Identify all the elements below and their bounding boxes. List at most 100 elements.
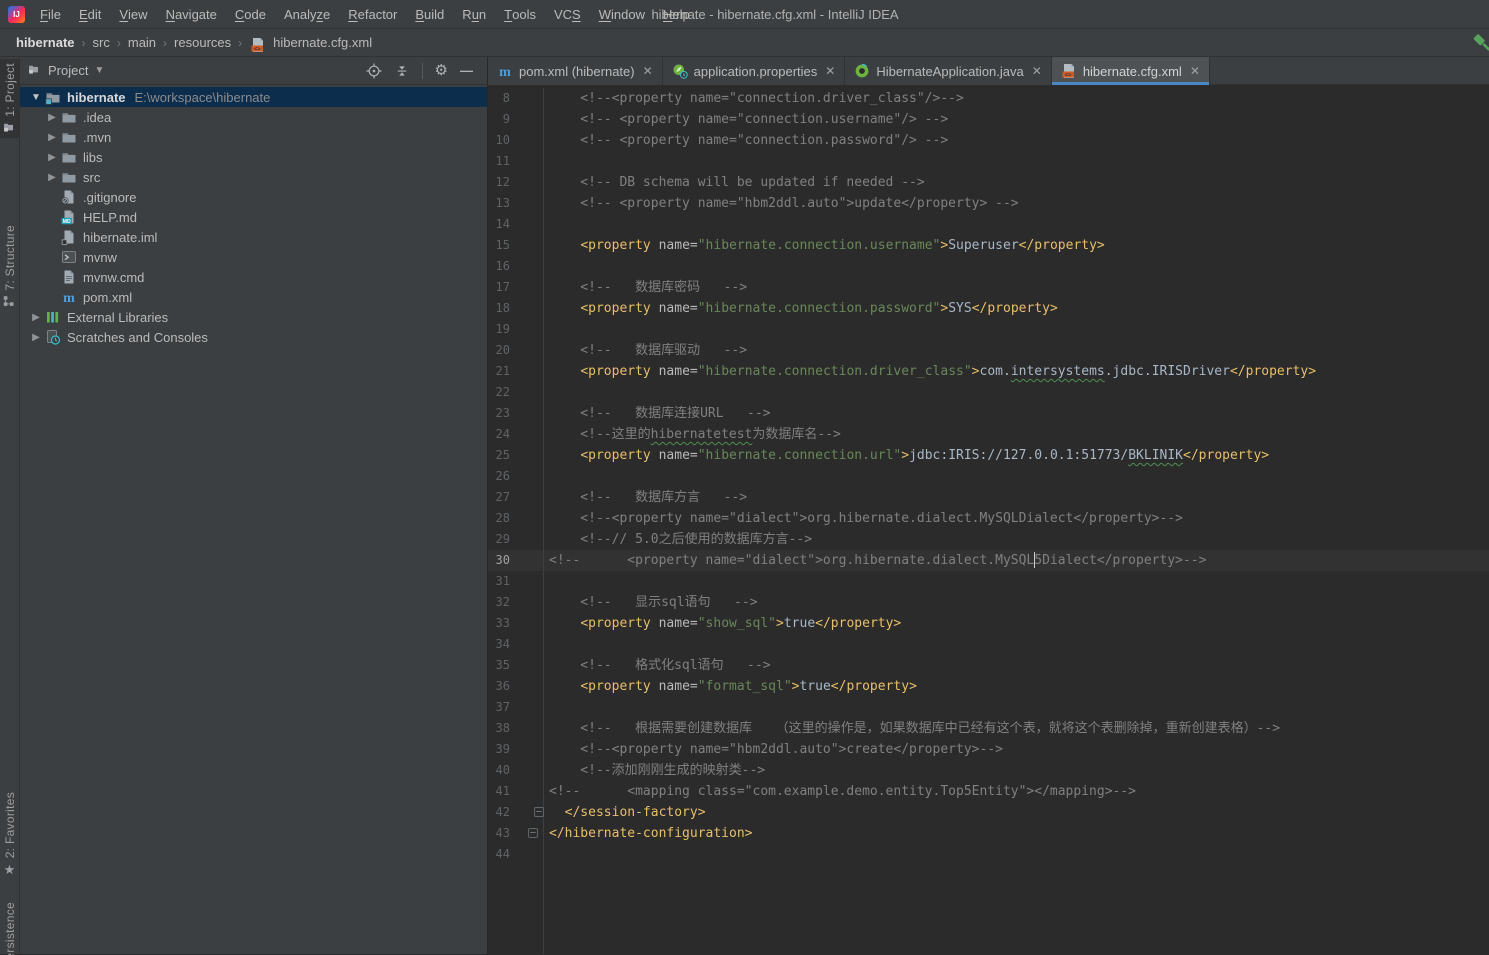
code-text[interactable]: <!-- 显示sql语句 -->	[544, 592, 758, 613]
code-text[interactable]	[544, 844, 549, 865]
code-text[interactable]	[544, 256, 549, 277]
tool-button-favorites[interactable]: 2: Favorites★	[0, 792, 19, 878]
tree-item-pom.xml[interactable]: mpom.xml	[20, 287, 487, 307]
code-text[interactable]: <property name="show_sql">true</property…	[544, 613, 901, 634]
code-text[interactable]: <property name="hibernate.connection.dri…	[544, 361, 1316, 382]
tree-item-scratches-and-consoles[interactable]: ▶Scratches and Consoles	[20, 327, 487, 347]
code-text[interactable]: </session-factory>	[544, 802, 706, 823]
code-text[interactable]	[544, 151, 549, 172]
hide-button[interactable]: —	[460, 63, 473, 78]
line-number: 15	[488, 235, 510, 256]
breadcrumb-item-hibernate[interactable]: hibernate	[13, 35, 78, 50]
breadcrumb-item-resources[interactable]: resources	[171, 35, 234, 50]
menu-code[interactable]: Code	[226, 0, 275, 29]
code-text[interactable]: <property name="hibernate.connection.pas…	[544, 298, 1058, 319]
code-text[interactable]	[544, 571, 549, 592]
breadcrumb-item-main[interactable]: main	[125, 35, 159, 50]
menu-tools[interactable]: Tools	[495, 0, 545, 29]
fold-collapse-icon[interactable]: –	[528, 828, 538, 838]
editor-tab-application.properties[interactable]: application.properties✕	[663, 57, 846, 85]
code-text[interactable]: <!-- 根据需要创建数据库 （这里的操作是，如果数据库中已经有这个表，就将这个…	[544, 718, 1280, 739]
menu-build[interactable]: Build	[406, 0, 453, 29]
tree-item-.mvn[interactable]: ▶.mvn	[20, 127, 487, 147]
code-text[interactable]: <!-- DB schema will be updated if needed…	[544, 172, 925, 193]
breadcrumb-item-hibernate.cfg.xml[interactable]: hibernate.cfg.xml	[270, 35, 375, 50]
tree-expanded-arrow-icon[interactable]: ▼	[28, 92, 44, 103]
code-text[interactable]: <!--<property name="hbm2ddl.auto">create…	[544, 739, 1003, 760]
menu-run[interactable]: Run	[453, 0, 495, 29]
editor-tab-hibernateapplication.java[interactable]: HibernateApplication.java✕	[845, 57, 1052, 85]
build-hammer-icon[interactable]	[1470, 32, 1489, 59]
line-number: 18	[488, 298, 510, 319]
fold-collapse-icon[interactable]: –	[534, 807, 544, 817]
tree-collapsed-arrow-icon[interactable]: ▶	[44, 132, 60, 143]
code-text[interactable]: <!--<property name="dialect">org.hiberna…	[544, 508, 1183, 529]
editor-tab-hibernate.cfg.xml[interactable]: <>hibernate.cfg.xml✕	[1052, 57, 1210, 85]
menu-analyze[interactable]: Analyze	[275, 0, 339, 29]
code-text[interactable]: <!-- 数据库连接URL -->	[544, 403, 771, 424]
code-text[interactable]: <!-- <property name="connection.password…	[544, 130, 948, 151]
code-text[interactable]	[544, 382, 549, 403]
code-text[interactable]: <!-- <mapping class="com.example.demo.en…	[544, 781, 1136, 802]
menu-view[interactable]: View	[110, 0, 156, 29]
code-text[interactable]: <property name="hibernate.connection.url…	[544, 445, 1269, 466]
editor-empty-area[interactable]	[488, 865, 1489, 954]
tree-item-mvnw[interactable]: mvnw	[20, 247, 487, 267]
code-text[interactable]: <property name="hibernate.connection.use…	[544, 235, 1105, 256]
close-icon[interactable]: ✕	[825, 64, 835, 78]
menu-navigate[interactable]: Navigate	[157, 0, 226, 29]
locate-button[interactable]	[366, 63, 382, 79]
menu-refactor[interactable]: Refactor	[339, 0, 406, 29]
code-text[interactable]: <!-- <property name="hbm2ddl.auto">updat…	[544, 193, 1019, 214]
tree-collapsed-arrow-icon[interactable]: ▶	[44, 152, 60, 163]
tree-item-mvnw.cmd[interactable]: mvnw.cmd	[20, 267, 487, 287]
menu-edit[interactable]: Edit	[70, 0, 110, 29]
code-text[interactable]	[544, 634, 549, 655]
code-text[interactable]	[544, 214, 549, 235]
code-text[interactable]: <!-- 数据库驱动 -->	[544, 340, 747, 361]
code-editor[interactable]: 8 <!--<property name="connection.driver_…	[488, 85, 1489, 954]
line-number: 40	[488, 760, 510, 781]
code-text[interactable]: <!--添加刚刚生成的映射类-->	[544, 760, 765, 781]
tree-item-external-libraries[interactable]: ▶External Libraries	[20, 307, 487, 327]
close-icon[interactable]: ✕	[1032, 64, 1042, 78]
tree-item-hibernate.iml[interactable]: hibernate.iml	[20, 227, 487, 247]
tree-item-label: pom.xml	[83, 290, 132, 305]
code-text[interactable]	[544, 697, 549, 718]
code-text[interactable]: <!-- 数据库方言 -->	[544, 487, 747, 508]
editor-tab-pom.xml-hibernate-[interactable]: mpom.xml (hibernate)✕	[488, 57, 663, 85]
code-text[interactable]: <!--// 5.0之后使用的数据库方言-->	[544, 529, 812, 550]
close-icon[interactable]: ✕	[643, 64, 653, 78]
code-text[interactable]: <property name="format_sql">true</proper…	[544, 676, 917, 697]
tree-collapsed-arrow-icon[interactable]: ▶	[28, 312, 44, 323]
chevron-down-icon[interactable]: ▼	[94, 65, 104, 76]
code-text[interactable]	[544, 466, 549, 487]
code-text[interactable]: <!-- <property name="connection.username…	[544, 109, 948, 130]
tree-collapsed-arrow-icon[interactable]: ▶	[44, 172, 60, 183]
tool-button-persistence[interactable]: Persistence	[0, 902, 19, 955]
collapse-all-button[interactable]	[394, 63, 410, 79]
tree-collapsed-arrow-icon[interactable]: ▶	[28, 332, 44, 343]
code-text[interactable]: <!--这里的hibernatetest为数据库名-->	[544, 424, 841, 445]
close-icon[interactable]: ✕	[1190, 64, 1200, 78]
gear-button[interactable]: ⚙	[435, 64, 448, 78]
tree-item-.idea[interactable]: ▶.idea	[20, 107, 487, 127]
menu-file[interactable]: File	[31, 0, 70, 29]
breadcrumb-item-src[interactable]: src	[90, 35, 113, 50]
tool-button-project[interactable]: 1: Project	[0, 59, 19, 138]
tree-item-.gitignore[interactable]: .gitignore	[20, 187, 487, 207]
code-text[interactable]: <!-- <property name="dialect">org.hibern…	[544, 550, 1206, 571]
code-text[interactable]	[544, 319, 549, 340]
tool-button-structure[interactable]: 7: Structure	[0, 225, 19, 308]
tree-collapsed-arrow-icon[interactable]: ▶	[44, 112, 60, 123]
code-text[interactable]: <!-- 数据库密码 -->	[544, 277, 747, 298]
code-text[interactable]: </hibernate-configuration>	[544, 823, 753, 844]
tree-item-help.md[interactable]: MDHELP.md	[20, 207, 487, 227]
code-text[interactable]: <!--<property name="connection.driver_cl…	[544, 88, 964, 109]
breadcrumb: hibernate›src›main›resources›<>hibernate…	[13, 35, 375, 51]
code-text[interactable]: <!-- 格式化sql语句 -->	[544, 655, 771, 676]
tree-item-libs[interactable]: ▶libs	[20, 147, 487, 167]
project-panel-title[interactable]: Project	[48, 63, 88, 78]
tree-item-hibernate[interactable]: ▼hibernateE:\workspace\hibernate	[20, 87, 487, 107]
tree-item-src[interactable]: ▶src	[20, 167, 487, 187]
